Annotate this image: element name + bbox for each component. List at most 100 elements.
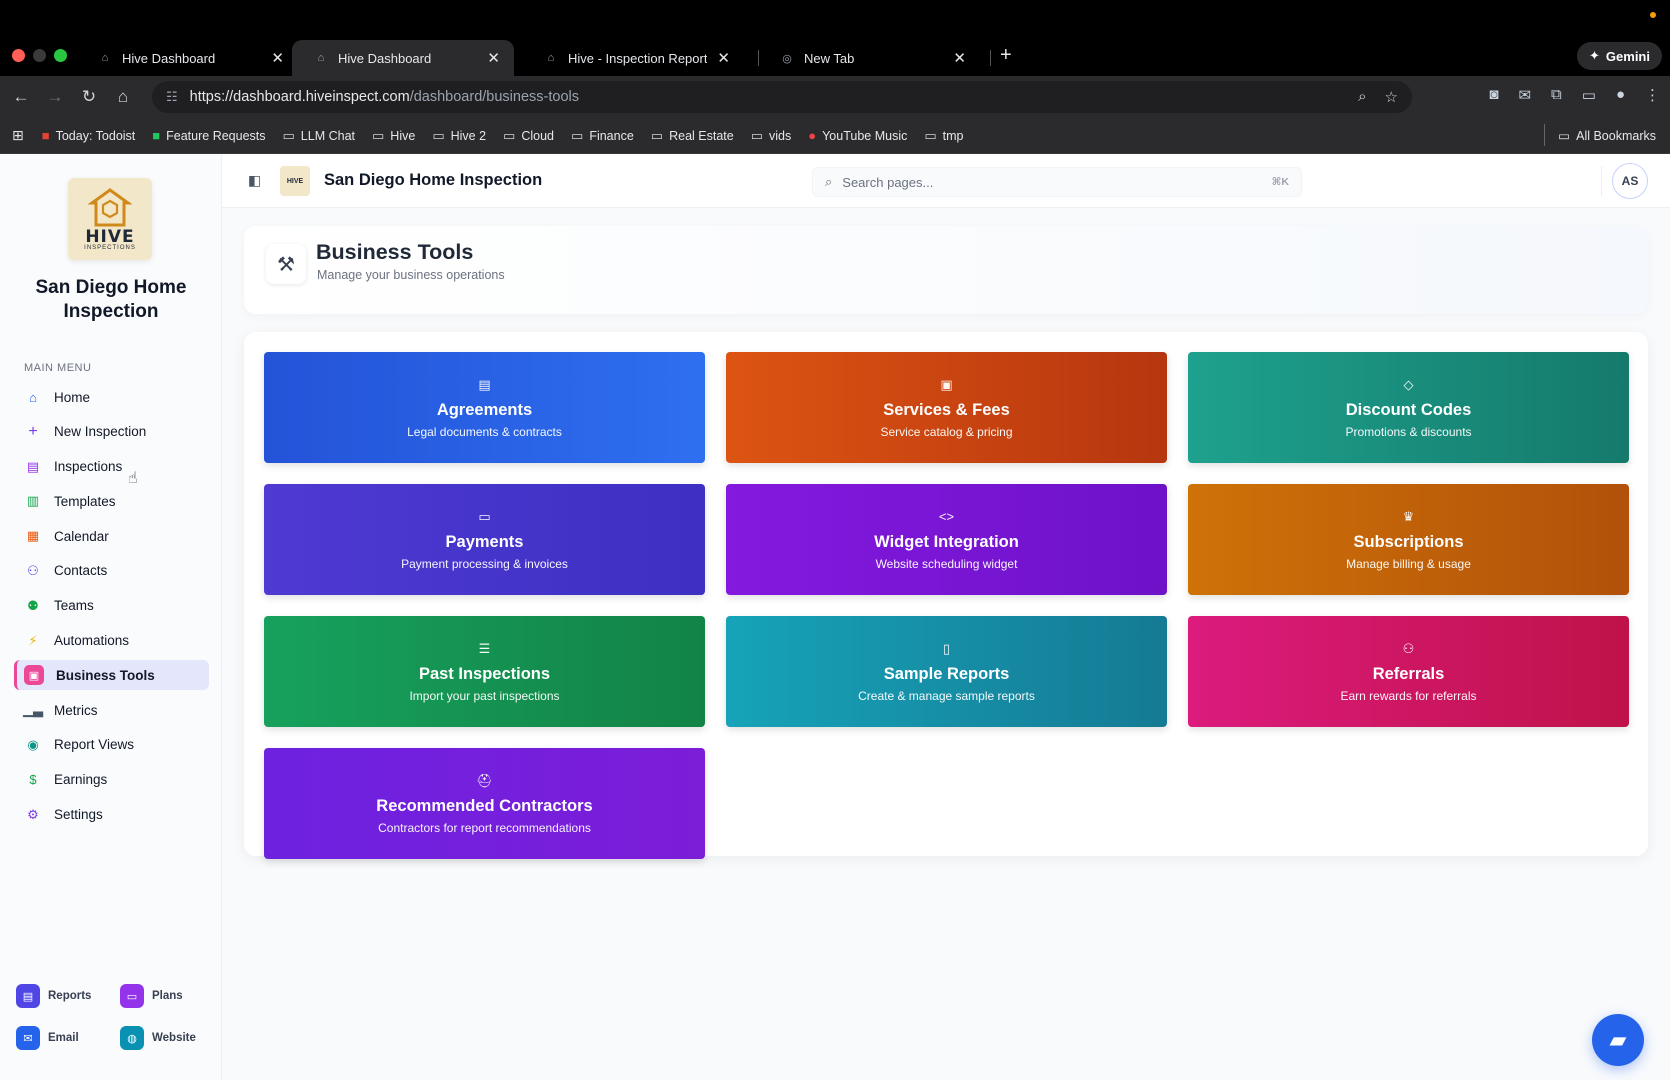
gemini-button[interactable]: ✦ Gemini: [1577, 42, 1662, 70]
sidebar-item-contacts[interactable]: ⚇ Contacts: [14, 556, 209, 586]
quick-link-plans[interactable]: ▭ Plans: [120, 984, 216, 1008]
briefcase-icon: ▣: [24, 665, 44, 686]
maximize-window-button[interactable]: [54, 49, 67, 62]
bookmarks-bar: ⊞ ■ Today: Todoist ■ Feature Requests ▭ LLM…: [0, 118, 1670, 154]
all-bookmarks[interactable]: ▭ All Bookmarks: [1544, 124, 1656, 146]
puzzle-extension-icon[interactable]: ⧉: [1551, 86, 1562, 104]
browser-tab-2[interactable]: ⌂ Hive Dashboard ✕: [292, 40, 514, 76]
users-icon: ⚇: [27, 562, 39, 578]
hive-house-logo-icon: [88, 188, 132, 227]
url-bar[interactable]: ☷ https://dashboard.hiveinspect.com/dash…: [152, 81, 1412, 113]
side-panel-icon[interactable]: ▭: [1582, 86, 1596, 104]
forward-icon[interactable]: →: [38, 87, 72, 107]
bookmark-finance[interactable]: ▭ Finance: [571, 128, 634, 144]
tool-card-past-inspections[interactable]: ☰ Past Inspections Import your past insp…: [264, 616, 705, 727]
quick-link-email[interactable]: ✉ Email: [16, 1026, 120, 1050]
sidebar-item-business-tools[interactable]: ▣ Business Tools: [14, 660, 209, 691]
sidebar-item-teams[interactable]: ⚉ Teams: [14, 591, 209, 621]
globe-icon: ◍: [120, 1026, 144, 1050]
sidebar-item-automations[interactable]: ⚡ Automations: [14, 626, 209, 656]
page-subtitle: Manage your business operations: [317, 268, 505, 282]
tool-card-subscriptions[interactable]: ♛ Subscriptions Manage billing & usage: [1188, 484, 1629, 595]
report-icon: ▤: [16, 984, 40, 1008]
browser-tab-3[interactable]: ⌂ Hive - Inspection Reports ✕: [522, 40, 744, 76]
sidebar-item-home[interactable]: ⌂ Home: [14, 382, 209, 412]
url-host: https://dashboard.hiveinspect.com: [189, 89, 410, 105]
site-info-icon[interactable]: ☷: [166, 89, 178, 105]
header-title: San Diego Home Inspection: [324, 171, 543, 189]
bookmark-hive-2[interactable]: ▭ Hive 2: [432, 128, 486, 144]
tool-card-payments[interactable]: ▭ Payments Payment processing & invoices: [264, 484, 705, 595]
back-icon[interactable]: ←: [4, 87, 38, 107]
reload-icon[interactable]: ↻: [72, 87, 106, 107]
close-window-button[interactable]: [12, 49, 25, 62]
zoom-icon[interactable]: ⌕: [1358, 88, 1366, 106]
tools-grid: ▤ Agreements Legal documents & contracts…: [264, 352, 1629, 859]
sidebar-item-settings[interactable]: ⚙ Settings: [14, 800, 209, 830]
camera-extension-icon[interactable]: ◙: [1489, 86, 1498, 104]
page-header-card: ⚒ Business Tools Manage your business op…: [244, 226, 1648, 314]
quick-link-reports[interactable]: ▤ Reports: [16, 984, 120, 1008]
bookmark-todoist[interactable]: ■ Today: Todoist: [42, 128, 136, 143]
sidebar-item-metrics[interactable]: ▁▃ Metrics: [14, 695, 209, 725]
folder-icon: ▭: [432, 127, 445, 143]
close-tab-icon[interactable]: ✕: [953, 49, 966, 67]
code-icon: <>: [938, 508, 955, 524]
window-controls: [12, 49, 67, 62]
tool-card-referrals[interactable]: ⚇ Referrals Earn rewards for referrals: [1188, 616, 1629, 727]
sidebar-item-calendar[interactable]: ▦ Calendar: [14, 521, 209, 551]
gemini-label: Gemini: [1605, 48, 1650, 64]
close-tab-icon[interactable]: ✕: [487, 49, 500, 67]
page-title: Business Tools: [316, 240, 474, 264]
sidebar-toggle-icon[interactable]: ◧: [248, 172, 261, 189]
tool-card-sample-reports[interactable]: ▯ Sample Reports Create & manage sample …: [726, 616, 1167, 727]
bookmark-real-estate[interactable]: ▭ Real Estate: [651, 128, 734, 144]
folder-icon: ▭: [282, 127, 295, 143]
apps-grid-icon[interactable]: ⊞: [12, 127, 24, 144]
minimize-window-button[interactable]: [33, 49, 46, 62]
mail-extension-icon[interactable]: ✉: [1518, 86, 1531, 104]
tool-card-agreements[interactable]: ▤ Agreements Legal documents & contracts: [264, 352, 705, 463]
bookmark-hive[interactable]: ▭ Hive: [372, 128, 415, 144]
close-tab-icon[interactable]: ✕: [271, 49, 284, 67]
tool-card-discount-codes[interactable]: ◇ Discount Codes Promotions & discounts: [1188, 352, 1629, 463]
eye-icon: ◉: [27, 736, 39, 752]
sidebar-item-report-views[interactable]: ◉ Report Views: [14, 730, 209, 760]
home-icon[interactable]: ⌂: [106, 87, 140, 107]
bookmark-vids[interactable]: ▭ vids: [751, 128, 792, 144]
close-tab-icon[interactable]: ✕: [717, 49, 730, 67]
address-toolbar: ← → ↻ ⌂ ☷ https://dashboard.hiveinspect.…: [0, 76, 1670, 118]
sidebar-item-new-inspection[interactable]: + New Inspection: [14, 417, 209, 447]
sidebar-item-templates[interactable]: ▥ Templates: [14, 486, 209, 516]
bookmark-cloud[interactable]: ▭ Cloud: [503, 128, 554, 144]
browser-tab-strip: ⌂ Hive Dashboard ✕ ⌂ Hive Dashboard ✕ ⌂ …: [0, 0, 1670, 76]
new-tab-button[interactable]: +: [1000, 44, 1012, 67]
logo-subtext: INSPECTIONS: [84, 245, 136, 251]
bookmark-youtube-music[interactable]: ● YouTube Music: [808, 128, 907, 143]
app-root: HIVE INSPECTIONS San Diego Home Inspecti…: [0, 154, 1670, 1080]
crown-icon: ♛: [1402, 508, 1415, 524]
sidebar-item-earnings[interactable]: $ Earnings: [14, 765, 209, 795]
bookmark-llm-chat[interactable]: ▭ LLM Chat: [283, 128, 356, 144]
tool-card-recommended-contractors[interactable]: ⛑ Recommended Contractors Contractors fo…: [264, 748, 705, 859]
more-menu-icon[interactable]: ⋮: [1645, 86, 1660, 104]
gear-icon: ⚙: [27, 806, 39, 822]
browser-tab-1[interactable]: ⌂ Hive Dashboard ✕: [76, 40, 298, 76]
sidebar-item-inspections[interactable]: ▤ Inspections: [14, 452, 209, 482]
tool-card-services-fees[interactable]: ▣ Services & Fees Service catalog & pric…: [726, 352, 1167, 463]
tag-icon: ◇: [1403, 376, 1414, 392]
user-avatar[interactable]: AS: [1612, 163, 1648, 199]
bookmark-feature-requests[interactable]: ■ Feature Requests: [152, 128, 265, 143]
quick-link-website[interactable]: ◍ Website: [120, 1026, 216, 1050]
clipboard-icon: ▤: [26, 458, 40, 474]
bookmark-tmp[interactable]: ▭ tmp: [924, 128, 963, 144]
hive-favicon-icon: ⌂: [317, 52, 325, 64]
browser-tab-4[interactable]: ◎ New Tab ✕: [758, 40, 980, 76]
support-chat-button[interactable]: ▰: [1592, 1014, 1644, 1066]
tool-card-widget-integration[interactable]: <> Widget Integration Website scheduling…: [726, 484, 1167, 595]
header-logo: HIVE: [280, 166, 310, 196]
profile-avatar-icon[interactable]: ●: [1616, 86, 1625, 104]
search-input[interactable]: ⌕ Search pages... ⌘K: [812, 167, 1302, 197]
bookmark-star-icon[interactable]: ☆: [1385, 88, 1398, 106]
card-icon: ▭: [120, 984, 144, 1008]
